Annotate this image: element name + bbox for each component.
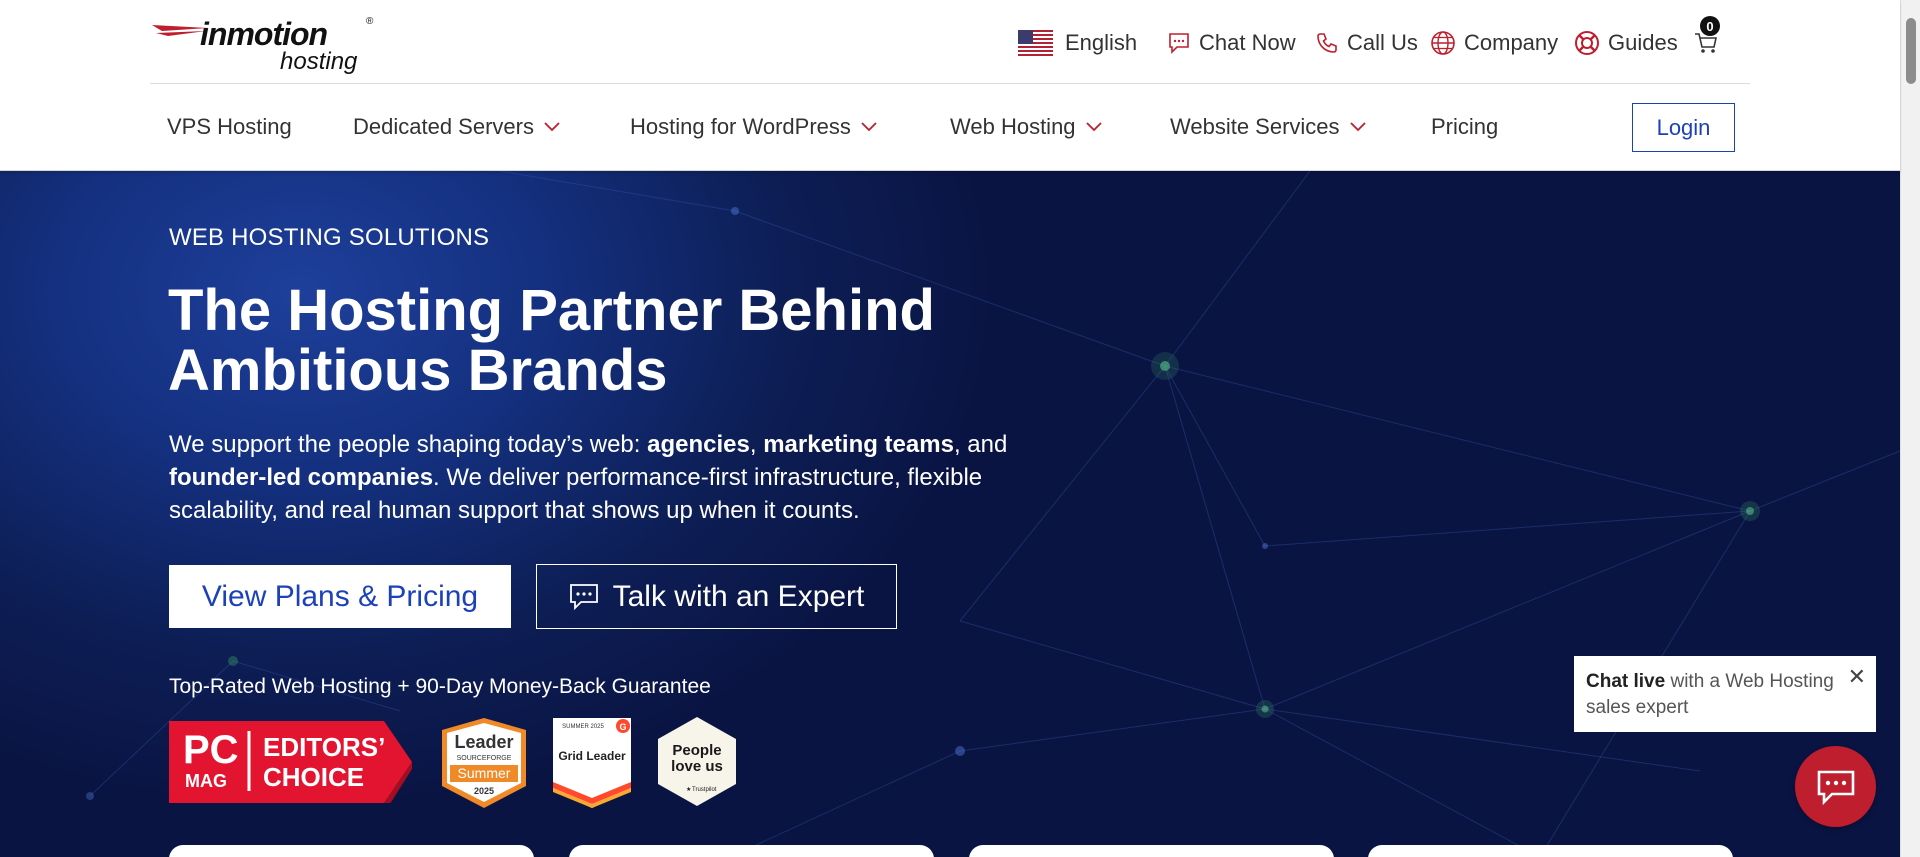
talk-expert-button[interactable]: Talk with an Expert xyxy=(536,564,897,629)
hero-headline: The Hosting Partner Behind Ambitious Bra… xyxy=(168,278,935,403)
guarantee-text: Top-Rated Web Hosting + 90-Day Money-Bac… xyxy=(169,675,711,698)
chat-now-link[interactable]: Chat Now xyxy=(1167,26,1296,60)
call-us-label: Call Us xyxy=(1347,30,1418,55)
nav-vps-hosting[interactable]: VPS Hosting xyxy=(167,103,292,151)
chat-bubble-icon xyxy=(569,583,598,610)
svg-text:★: ★ xyxy=(686,786,691,793)
svg-text:SUMMER 2025: SUMMER 2025 xyxy=(562,724,604,730)
chat-now-label: Chat Now xyxy=(1199,30,1296,55)
phone-icon xyxy=(1317,33,1337,53)
nav-hosting-wordpress[interactable]: Hosting for WordPress xyxy=(630,103,877,151)
svg-text:People: People xyxy=(672,742,721,759)
nav-dedicated-servers[interactable]: Dedicated Servers xyxy=(353,103,560,151)
svg-text:EDITORS’: EDITORS’ xyxy=(263,732,385,762)
chevron-down-icon xyxy=(1349,122,1366,132)
close-icon[interactable]: ✕ xyxy=(1848,664,1866,690)
pcmag-editors-choice-badge: PC MAG EDITORS’ CHOICE xyxy=(169,721,412,803)
plan-card xyxy=(1368,845,1733,857)
chevron-down-icon xyxy=(544,122,560,132)
svg-text:CHOICE: CHOICE xyxy=(263,762,364,792)
plan-card xyxy=(569,845,934,857)
svg-text:Leader: Leader xyxy=(454,732,513,752)
talk-expert-label: Talk with an Expert xyxy=(612,579,865,613)
company-label: Company xyxy=(1464,30,1559,55)
svg-text:2025: 2025 xyxy=(474,786,494,796)
nav-item-label: VPS Hosting xyxy=(167,114,292,139)
language-label: English xyxy=(1065,30,1138,55)
language-selector[interactable]: English xyxy=(1018,26,1137,60)
chat-live-bold: Chat live xyxy=(1586,671,1666,692)
nav-item-label: Website Services xyxy=(1170,114,1340,139)
guides-link[interactable]: Guides xyxy=(1574,26,1678,60)
nav-item-label: Pricing xyxy=(1431,114,1499,139)
globe-icon xyxy=(1431,31,1455,55)
header-divider xyxy=(150,83,1750,84)
utility-nav: English Chat Now Call Us Company Guides xyxy=(0,26,1900,60)
login-button[interactable]: Login xyxy=(1632,103,1735,152)
page-scrollbar[interactable] xyxy=(1900,0,1920,857)
svg-text:G: G xyxy=(619,722,626,732)
nav-item-label: Web Hosting xyxy=(950,114,1076,139)
chat-bubble-icon xyxy=(1817,770,1854,805)
trustpilot-people-love-us-badge: People love us ★ Trustpilot xyxy=(658,717,736,806)
svg-text:love us: love us xyxy=(671,758,723,775)
plan-card xyxy=(969,845,1334,857)
svg-text:SOURCEFORGE: SOURCEFORGE xyxy=(457,755,512,762)
chat-bubble-icon xyxy=(1169,33,1189,54)
scrollbar-thumb[interactable] xyxy=(1906,18,1916,84)
nav-web-hosting[interactable]: Web Hosting xyxy=(950,103,1102,151)
svg-text:Summer: Summer xyxy=(458,765,511,781)
g2-grid-leader-badge: G SUMMER 2025 Grid Leader xyxy=(553,718,631,808)
nav-website-services[interactable]: Website Services xyxy=(1170,103,1366,151)
cart-count-badge: 0 xyxy=(1700,16,1720,36)
chevron-down-icon xyxy=(1085,122,1102,132)
nav-item-label: Hosting for WordPress xyxy=(630,114,851,139)
view-plans-button[interactable]: View Plans & Pricing xyxy=(169,565,511,628)
svg-text:PC: PC xyxy=(183,728,239,772)
svg-text:MAG: MAG xyxy=(185,771,227,791)
lifebuoy-icon xyxy=(1575,31,1599,55)
svg-text:Grid Leader: Grid Leader xyxy=(558,749,626,763)
us-flag-icon xyxy=(1018,30,1053,56)
site-header: inmotion ® hosting English Chat Now Call… xyxy=(0,0,1900,171)
hero-description: We support the people shaping today’s we… xyxy=(169,431,1008,524)
plan-card xyxy=(169,845,534,857)
nav-pricing[interactable]: Pricing xyxy=(1431,103,1498,151)
svg-text:Trustpilot: Trustpilot xyxy=(692,787,717,793)
chat-launcher-button[interactable] xyxy=(1795,746,1876,827)
sourceforge-leader-badge: Leader SOURCEFORGE Summer 2025 xyxy=(442,718,526,808)
nav-item-label: Dedicated Servers xyxy=(353,114,534,139)
company-link[interactable]: Company xyxy=(1430,26,1558,60)
hero-eyebrow: WEB HOSTING SOLUTIONS xyxy=(169,224,490,251)
call-us-link[interactable]: Call Us xyxy=(1315,26,1418,60)
chat-live-tooltip[interactable]: Chat live with a Web Hosting sales exper… xyxy=(1574,656,1876,732)
chevron-down-icon xyxy=(861,122,877,132)
guides-label: Guides xyxy=(1608,30,1678,55)
hero-section: WEB HOSTING SOLUTIONS The Hosting Partne… xyxy=(0,171,1900,857)
